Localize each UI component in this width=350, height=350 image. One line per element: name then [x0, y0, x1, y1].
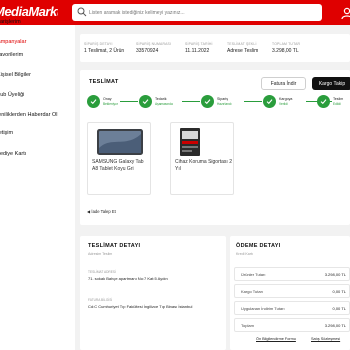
progress-line [120, 101, 138, 102]
summary-value: Adrese Teslim [227, 48, 259, 54]
payment-row-total: Toplam 3.298,00 TL [234, 318, 350, 332]
payment-label: Kargo Tutarı [241, 289, 264, 294]
address-label: TESLİMAT ADRESİ [88, 270, 116, 274]
top-header: MediaMarkt [0, 0, 350, 25]
check-icon [317, 95, 330, 108]
cargo-tracking-button[interactable]: Kargo Takip [312, 77, 350, 90]
arrow-left-icon: ◀ [87, 209, 91, 214]
preliminary-info-link[interactable]: Ön Bilgilendirme Formu [256, 337, 296, 341]
sidebar-item-campaigns[interactable]: Kampanyalar [0, 39, 26, 49]
invoice-download-button[interactable]: Fatura İndir [261, 77, 306, 90]
summary-value: 11.11.2022 [185, 48, 210, 54]
step-title: Kargoya [279, 97, 293, 101]
search-bar [72, 4, 322, 21]
delivery-title: TESLİMAT [89, 79, 119, 85]
search-input[interactable] [89, 4, 317, 21]
product-card[interactable]: SAMSUNG Galaxy Tab A8 Tablet Koyu Gri [87, 122, 151, 195]
check-icon [139, 95, 152, 108]
summary-label: SİPARİŞ DETAYI [84, 42, 113, 46]
payment-row-products: Ürünler Tutarı 3.298,00 TL [234, 267, 350, 281]
billing-label: FATURA BİLGİSİ [88, 298, 113, 302]
summary-value: 1 Teslimat, 2 Ürün [84, 48, 125, 54]
progress-line [244, 101, 262, 102]
check-icon [201, 95, 214, 108]
payment-label: Ürünler Tutarı [241, 272, 266, 277]
progress-line [182, 101, 200, 102]
check-icon [263, 95, 276, 108]
sidebar-item-orders[interactable]: Siparişlerim [0, 19, 21, 29]
user-icon[interactable] [340, 6, 350, 20]
step-title: Onay [103, 97, 112, 101]
step-status: Aşamasında [155, 102, 173, 106]
step-status: Hazırlandı [217, 102, 232, 106]
sidebar-item-contact[interactable]: İletişim [0, 130, 13, 140]
step-title: Teslim [333, 97, 344, 101]
step-title: Sipariş [217, 97, 228, 101]
summary-value: 33570924 [136, 48, 159, 54]
product-card[interactable]: Cihaz Koruma Sigortası 2 Yıl [170, 122, 234, 195]
sales-contract-link[interactable]: Satış Sözleşmesi [311, 337, 340, 341]
sidebar-item-gift-card[interactable]: Hediye Kartı [0, 151, 26, 161]
refund-request-label: İade Talep Et [91, 209, 116, 214]
payment-label: Toplam [241, 323, 254, 328]
delivery-detail-subtitle: Adresim Teslim [88, 252, 113, 256]
summary-order-number: SİPARİŞ NUMARASI 33570924 [136, 42, 171, 54]
summary-value: 3.298,00 TL [272, 48, 299, 54]
payment-value: 3.298,00 TL [324, 323, 346, 328]
search-icon[interactable] [77, 7, 87, 17]
check-icon [87, 95, 100, 108]
step-status: Verildi [279, 102, 288, 106]
step-title: Tedarik [155, 97, 167, 101]
sidebar-item-newsletter[interactable]: Yeniliklerden Haberdar Ol [0, 112, 57, 122]
account-sidebar: Siparişlerim Kampanyalar Favorilerim Kiş… [0, 19, 75, 350]
sidebar-item-club[interactable]: Club Üyeliği [0, 92, 24, 102]
product-name: SAMSUNG Galaxy Tab A8 Tablet Koyu Gri [92, 159, 144, 172]
sidebar-item-personal-info[interactable]: Kişisel Bilgiler [0, 72, 31, 82]
payment-row-discount: Uygulanan İndirim Tutarı 0,00 TL [234, 301, 350, 315]
address-text: 71. sokak Bahçe apartmanı No:7 Kat:5 Ayd… [88, 276, 168, 281]
summary-label: SİPARİŞ NUMARASI [136, 42, 172, 46]
step-status: Bekleniyor [103, 102, 118, 106]
sidebar-item-favorites[interactable]: Favorilerim [0, 52, 23, 62]
refund-request-link[interactable]: ◀ İade Talep Et [87, 209, 116, 214]
payment-label: Uygulanan İndirim Tutarı [241, 306, 285, 311]
summary-order-detail: SİPARİŞ DETAYI 1 Teslimat, 2 Ürün [84, 42, 124, 54]
payment-row-shipping: Kargo Tutarı 0,00 TL [234, 284, 350, 298]
summary-total: TOPLAM TUTAR 3.298,00 TL [272, 42, 300, 54]
summary-label: SİPARİŞ TARİHİ [185, 42, 213, 46]
payment-value: 0,00 TL [332, 289, 347, 294]
payment-detail-title: ÖDEME DETAYI [236, 243, 281, 249]
payment-value: 3.298,00 TL [324, 272, 346, 277]
payment-value: 0,00 TL [332, 306, 347, 311]
summary-delivery-type: TESLİMAT ŞEKLİ Adrese Teslim [227, 42, 258, 54]
summary-label: TOPLAM TUTAR [272, 42, 301, 46]
brand-logo[interactable]: MediaMarkt [0, 4, 58, 20]
delivery-detail-title: TESLİMAT DETAYI [88, 243, 141, 249]
brand-logo-text: MediaMarkt [0, 4, 58, 19]
billing-text: Cd:C Cumhuriyet Tıp Fakültesi İngilizce … [88, 304, 193, 309]
summary-label: TESLİMAT ŞEKLİ [227, 42, 257, 46]
insurance-box-image [180, 128, 200, 156]
step-status: Edildi [333, 102, 341, 106]
payment-method: Kredi Kartı [236, 252, 253, 256]
product-name: Cihaz Koruma Sigortası 2 Yıl [175, 159, 232, 172]
tablet-image [97, 129, 143, 155]
summary-order-date: SİPARİŞ TARİHİ 11.11.2022 [185, 42, 213, 54]
